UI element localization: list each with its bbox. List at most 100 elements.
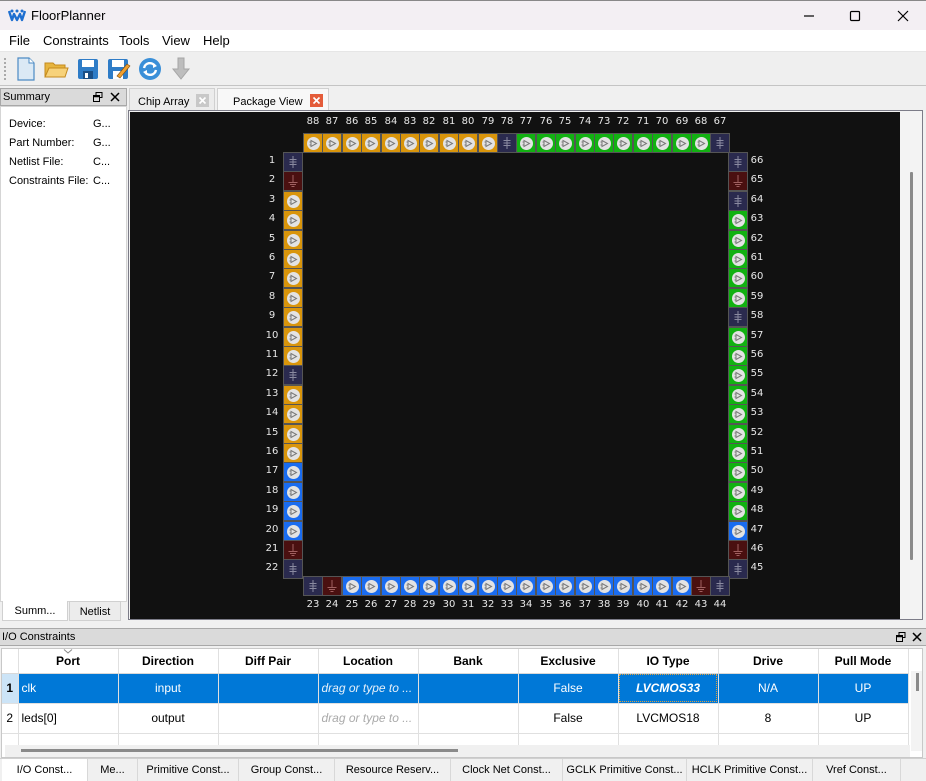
cell-location[interactable]: drag or type to ... (318, 703, 419, 734)
package-pin-4[interactable] (283, 210, 303, 230)
package-pin-21[interactable] (283, 540, 303, 560)
package-pin-26[interactable] (361, 576, 381, 596)
table-horizontal-scrollbar[interactable] (5, 745, 910, 757)
package-pin-16[interactable] (283, 443, 303, 463)
package-pin-33[interactable] (497, 576, 517, 596)
tab-summary[interactable]: Summ... (2, 601, 68, 621)
corner-header[interactable] (2, 649, 19, 674)
tab-package-view[interactable]: Package View (217, 88, 329, 111)
package-pin-52[interactable] (728, 424, 748, 444)
cell-bank[interactable] (418, 673, 519, 704)
package-pin-80[interactable] (458, 133, 478, 153)
package-pin-41[interactable] (652, 576, 672, 596)
package-pin-81[interactable] (439, 133, 459, 153)
cell-drive[interactable]: N/A (718, 673, 819, 704)
package-pin-85[interactable] (361, 133, 381, 153)
cell-direction[interactable]: input (118, 673, 219, 704)
package-pin-57[interactable] (728, 327, 748, 347)
cell-io-type[interactable]: LVCMOS33 (618, 673, 719, 704)
save-as-button[interactable] (105, 56, 131, 82)
package-pin-58[interactable] (728, 307, 748, 327)
close-tab-icon[interactable] (196, 94, 210, 107)
package-pin-88[interactable] (303, 133, 323, 153)
tab-netlist[interactable]: Netlist (69, 601, 121, 621)
package-pin-23[interactable] (303, 576, 323, 596)
menu-constraints[interactable]: Constraints (43, 33, 109, 48)
package-pin-54[interactable] (728, 385, 748, 405)
package-pin-24[interactable] (322, 576, 342, 596)
cell-port[interactable]: leds[0] (18, 703, 119, 734)
cell-pull-mode[interactable]: UP (818, 673, 909, 704)
cell-diff-pair[interactable] (218, 703, 319, 734)
float-panel-icon[interactable] (93, 92, 103, 102)
package-pin-46[interactable] (728, 540, 748, 560)
package-pin-87[interactable] (322, 133, 342, 153)
package-pin-45[interactable] (728, 559, 748, 579)
package-pin-47[interactable] (728, 521, 748, 541)
package-pin-2[interactable] (283, 171, 303, 191)
constraints-tab-1[interactable]: I/O Const... (2, 759, 88, 781)
package-pin-32[interactable] (478, 576, 498, 596)
constraints-tab-7[interactable]: GCLK Primitive Const... (563, 759, 687, 781)
column-header-pull-mode[interactable]: Pull Mode (818, 649, 909, 674)
package-pin-28[interactable] (400, 576, 420, 596)
row-number[interactable]: 2 (2, 703, 19, 734)
package-pin-76[interactable] (536, 133, 556, 153)
package-pin-43[interactable] (691, 576, 711, 596)
constraints-tab-3[interactable]: Primitive Const... (138, 759, 239, 781)
table-row[interactable]: 1 clk input drag or type to ... False LV… (2, 673, 909, 704)
column-header-drive[interactable]: Drive (718, 649, 819, 674)
table-row[interactable]: 2 leds[0] output drag or type to ... Fal… (2, 703, 909, 734)
minimize-button[interactable] (786, 1, 832, 31)
package-pin-59[interactable] (728, 288, 748, 308)
package-pin-55[interactable] (728, 365, 748, 385)
cell-io-type[interactable]: LVCMOS18 (618, 703, 719, 734)
close-panel-icon[interactable] (912, 632, 922, 642)
package-pin-38[interactable] (594, 576, 614, 596)
package-pin-17[interactable] (283, 462, 303, 482)
package-pin-69[interactable] (672, 133, 692, 153)
package-vertical-scrollbar[interactable] (901, 112, 921, 619)
package-pin-77[interactable] (516, 133, 536, 153)
package-pin-35[interactable] (536, 576, 556, 596)
package-pin-50[interactable] (728, 462, 748, 482)
cell-location[interactable]: drag or type to ... (318, 673, 419, 704)
scrollbar-thumb[interactable] (916, 673, 919, 691)
package-pin-10[interactable] (283, 327, 303, 347)
cell-exclusive[interactable]: False (518, 703, 619, 734)
column-header-io-type[interactable]: IO Type (618, 649, 719, 674)
package-pin-6[interactable] (283, 249, 303, 269)
package-pin-5[interactable] (283, 230, 303, 250)
download-button[interactable] (168, 56, 194, 82)
package-pin-71[interactable] (633, 133, 653, 153)
cell-bank[interactable] (418, 703, 519, 734)
close-panel-icon[interactable] (110, 92, 120, 102)
package-pin-83[interactable] (400, 133, 420, 153)
menu-file[interactable]: File (9, 33, 30, 48)
package-pin-14[interactable] (283, 404, 303, 424)
constraints-tab-5[interactable]: Resource Reserv... (335, 759, 451, 781)
maximize-button[interactable] (832, 1, 878, 31)
package-pin-42[interactable] (672, 576, 692, 596)
package-pin-9[interactable] (283, 307, 303, 327)
constraints-tab-4[interactable]: Group Const... (239, 759, 335, 781)
package-pin-11[interactable] (283, 346, 303, 366)
package-pin-27[interactable] (381, 576, 401, 596)
package-pin-31[interactable] (458, 576, 478, 596)
package-pin-34[interactable] (516, 576, 536, 596)
menu-tools[interactable]: Tools (119, 33, 149, 48)
package-pin-49[interactable] (728, 482, 748, 502)
column-header-port[interactable]: Port (18, 649, 119, 674)
constraints-tab-9[interactable]: Vref Const... (813, 759, 901, 781)
scrollbar-thumb[interactable] (21, 749, 458, 752)
close-window-button[interactable] (880, 1, 926, 31)
refresh-button[interactable] (137, 56, 163, 82)
package-pin-15[interactable] (283, 424, 303, 444)
new-file-button[interactable] (13, 56, 39, 82)
cell-port[interactable]: clk (18, 673, 119, 704)
open-button[interactable] (43, 56, 69, 82)
package-pin-66[interactable] (728, 152, 748, 172)
package-pin-72[interactable] (613, 133, 633, 153)
package-pin-68[interactable] (691, 133, 711, 153)
cell-diff-pair[interactable] (218, 673, 319, 704)
